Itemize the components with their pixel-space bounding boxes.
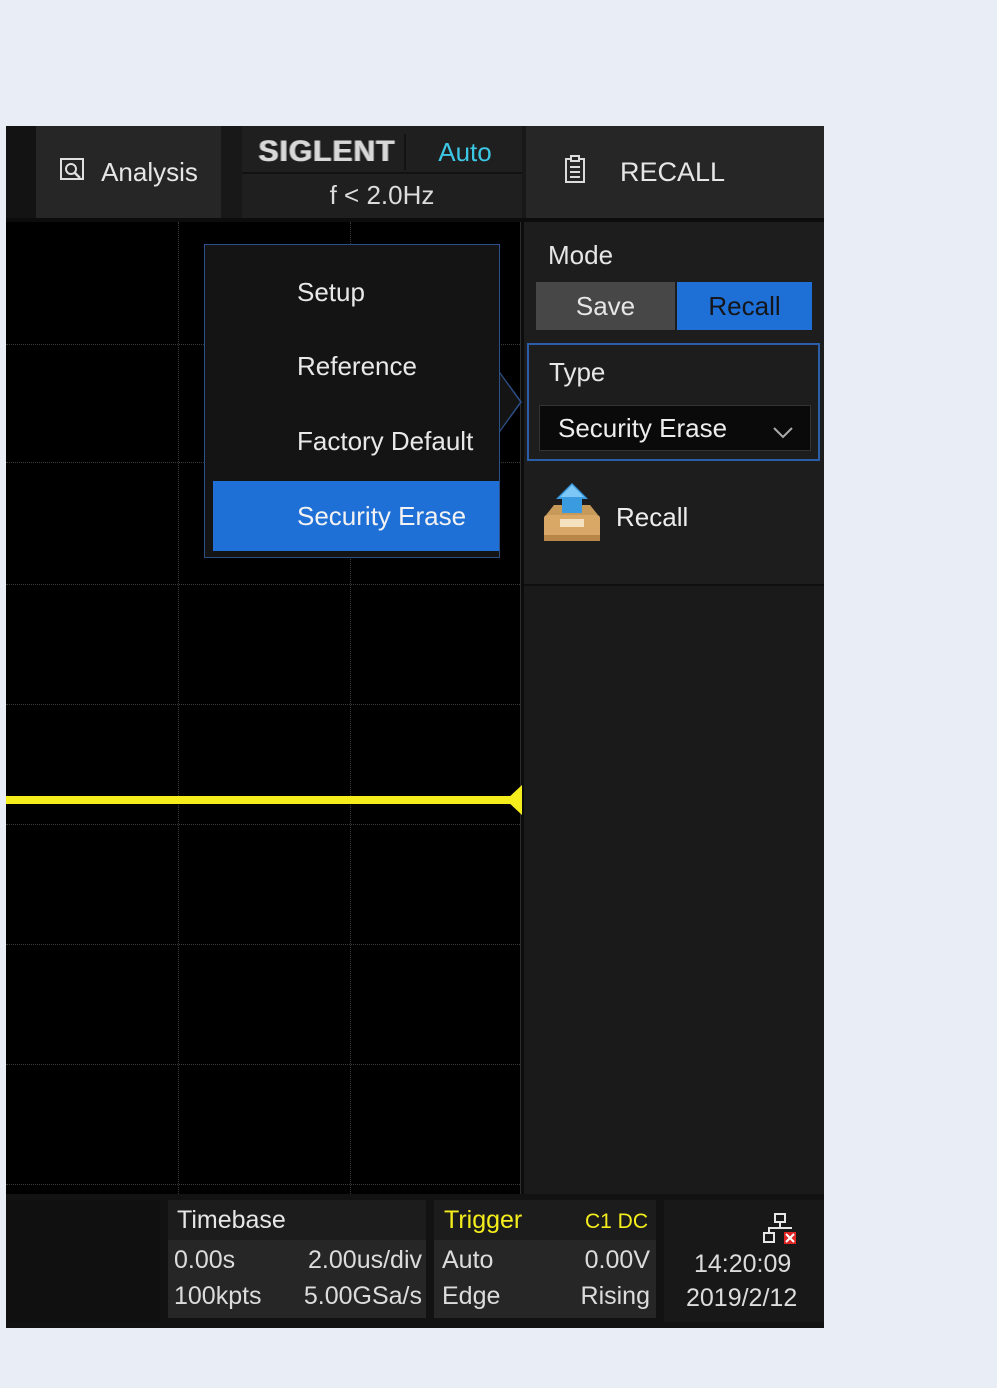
memory-depth: 100kpts [174,1282,262,1310]
type-label: Type [549,357,606,387]
analysis-icon [59,155,87,190]
chevron-down-icon [772,418,794,439]
popup-pointer [500,374,520,430]
recall-menu-icon [564,154,586,191]
timebase-title: Timebase [177,1206,286,1234]
trigger-source: C1 DC [584,1210,648,1233]
menu-item-factory-default[interactable]: Factory Default [213,406,499,476]
timebase-scale: 2.00us/div [308,1246,422,1274]
menu-item-setup[interactable]: Setup [213,257,499,327]
frequency-readout: f < 2.0Hz [329,179,435,210]
trigger-slope: Rising [580,1282,650,1310]
timebase-delay: 0.00s [174,1246,236,1274]
trigger-mode-status: Auto [438,136,492,167]
top-bar: Analysis SIGLENT Auto f < 2.0Hz RECALL [6,126,824,218]
brand-logo: SIGLENT [258,135,396,168]
recall-button[interactable]: Recall [540,480,810,554]
menu-title[interactable]: RECALL [526,126,824,218]
trigger-title: Trigger [444,1206,523,1234]
menu-title-label: RECALL [620,156,726,187]
clock-date: 2019/2/12 [686,1284,798,1312]
recall-button-label: Recall [616,501,689,532]
trigger-mode: Auto [442,1246,494,1274]
timebase-box[interactable]: Timebase 0.00s 2.00us/div 100kpts 5.00GS… [168,1200,426,1318]
trigger-type: Edge [442,1282,501,1310]
status-box: SIGLENT Auto f < 2.0Hz [242,126,522,218]
oscilloscope-screen: Analysis SIGLENT Auto f < 2.0Hz RECALL S… [6,126,824,1328]
menu-item-reference[interactable]: Reference [213,331,499,401]
analysis-button[interactable]: Analysis [36,126,221,218]
type-select-value: Security Erase [558,412,728,443]
clock-box: 14:20:09 2019/2/12 [664,1200,824,1322]
recall-side-panel: Mode Save Recall Type Security Erase Rec… [524,222,824,1290]
sample-rate: 5.00GSa/s [303,1282,422,1310]
top-bar-left-strip [6,126,36,218]
channel1-level-marker[interactable] [506,785,522,815]
type-select[interactable]: Security Erase [539,405,811,451]
trigger-level: 0.00V [584,1246,650,1274]
type-field[interactable]: Type Security Erase [527,343,820,461]
trigger-box[interactable]: Trigger C1 DC Auto 0.00V Edge Rising [434,1200,656,1318]
mode-save-option[interactable]: Save [536,282,675,330]
menu-item-security-erase[interactable]: Security Erase [213,481,499,551]
clock-time: 14:20:09 [694,1250,792,1278]
mode-recall-option[interactable]: Recall [677,282,812,330]
recall-tray-icon [540,481,604,554]
mode-label: Mode [548,240,614,270]
type-popup-menu: Setup Reference Factory Default Security… [204,244,500,558]
analysis-label: Analysis [101,156,198,187]
bottom-status-bar: Timebase 0.00s 2.00us/div 100kpts 5.00GS… [6,1194,824,1328]
channel1-trace [6,796,512,804]
